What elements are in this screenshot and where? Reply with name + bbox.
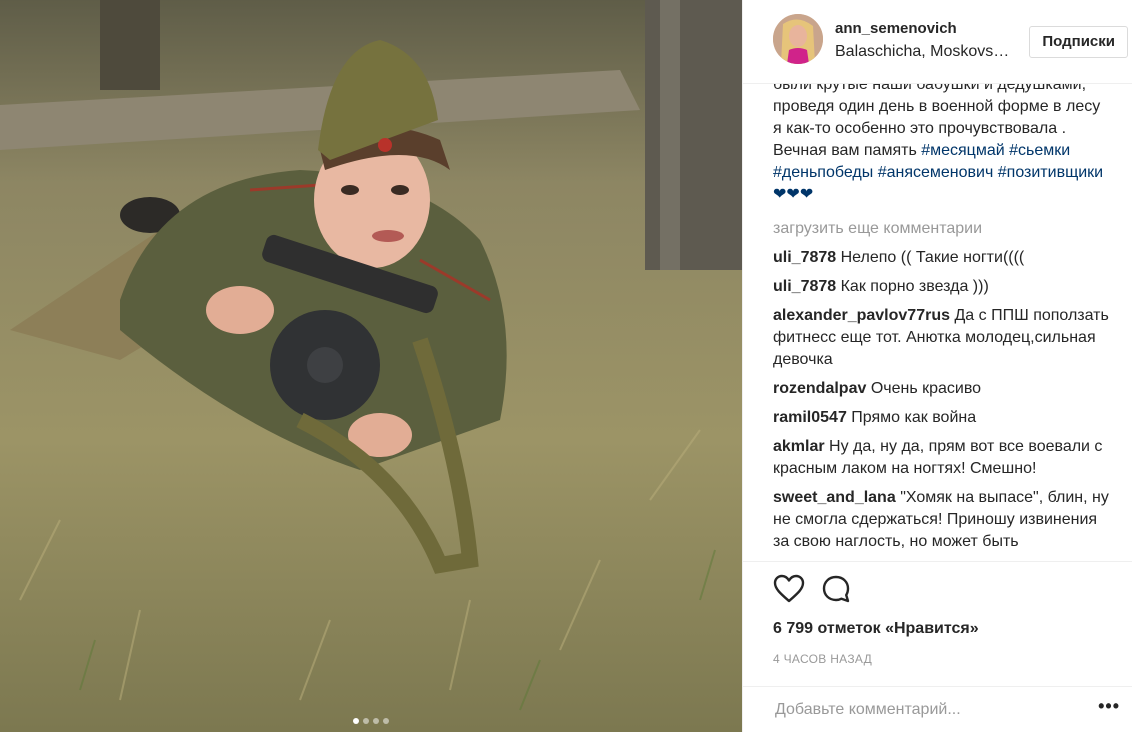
photo-illustration — [0, 0, 742, 732]
add-comment-bar: ••• — [743, 686, 1132, 732]
more-options-icon[interactable]: ••• — [1098, 697, 1120, 719]
comment-text: Очень красиво — [870, 380, 982, 397]
comment-item: rozendalpav Очень красиво — [773, 378, 1112, 400]
comment-username[interactable]: akmlar — [773, 438, 825, 455]
avatar-image — [773, 14, 823, 64]
carousel-dot[interactable] — [363, 718, 369, 724]
heart-emojis: ❤❤❤ — [773, 186, 814, 203]
comment-item: akmlar Ну да, ну да, прям вот все воевал… — [773, 436, 1112, 480]
hashtag-link[interactable]: #месяцмай — [921, 142, 1004, 159]
caption: были крутые наши бабушки и дедушками, пр… — [773, 84, 1112, 206]
comment-username[interactable]: uli_7878 — [773, 278, 836, 295]
comment-item: uli_7878 Как порно звезда ))) — [773, 276, 1112, 298]
instagram-post: ann_semenovich Balaschicha, Moskovskaya … — [0, 0, 1132, 732]
comment-text: Нелепо (( Такие ногти(((( — [840, 249, 1025, 266]
comment-item: uli_7878 Нелепо (( Такие ногти(((( — [773, 247, 1112, 269]
comment-username[interactable]: uli_7878 — [773, 249, 836, 266]
comment-input[interactable] — [773, 699, 1099, 720]
follow-button[interactable]: Подписки — [1029, 26, 1128, 58]
post-timestamp[interactable]: 4 часов назад — [743, 638, 1132, 666]
comment-item: sweet_and_lana "Хомяк на выпасе", блин, … — [773, 487, 1112, 553]
hashtag-link[interactable]: #позитивщики — [998, 164, 1103, 181]
comment-username[interactable]: rozendalpav — [773, 380, 866, 397]
comment-bubble-icon[interactable] — [821, 574, 851, 606]
location-link[interactable]: Balaschicha, Moskovskaya Oblast' — [835, 43, 1010, 61]
header-text: ann_semenovich Balaschicha, Moskovskaya … — [835, 20, 1010, 61]
post-photo[interactable] — [0, 0, 742, 732]
avatar[interactable] — [773, 14, 823, 64]
comment-item: ramil0547 Прямо как война — [773, 407, 1112, 429]
load-more-comments-link[interactable]: загрузить еще комментарии — [773, 218, 1112, 240]
comment-username[interactable]: alexander_pavlov77rus — [773, 307, 950, 324]
carousel-dot[interactable] — [383, 718, 389, 724]
username-link[interactable]: ann_semenovich — [835, 20, 1010, 37]
heart-icon[interactable] — [773, 574, 805, 606]
comment-text: Прямо как война — [851, 409, 977, 426]
comment-item: alexander_pavlov77rus Да с ППШ поползать… — [773, 305, 1112, 371]
carousel-dot[interactable] — [373, 718, 379, 724]
comment-text: Как порно звезда ))) — [840, 278, 989, 295]
post-side-panel: ann_semenovich Balaschicha, Moskovskaya … — [742, 0, 1132, 732]
comment-username[interactable]: sweet_and_lana — [773, 489, 896, 506]
comments-list[interactable]: были крутые наши бабушки и дедушками, пр… — [743, 84, 1132, 562]
carousel-dot[interactable] — [353, 718, 359, 724]
hashtag-link[interactable]: #сьемки — [1009, 142, 1070, 159]
likes-count[interactable]: 6 799 отметок «Нравится» — [743, 606, 1132, 638]
hashtag-link[interactable]: #деньпобеды — [773, 164, 873, 181]
carousel-indicator — [0, 718, 742, 724]
comment-username[interactable]: ramil0547 — [773, 409, 847, 426]
action-bar — [743, 562, 1132, 606]
post-header: ann_semenovich Balaschicha, Moskovskaya … — [743, 0, 1132, 84]
hashtag-link[interactable]: #анясеменович — [878, 164, 994, 181]
